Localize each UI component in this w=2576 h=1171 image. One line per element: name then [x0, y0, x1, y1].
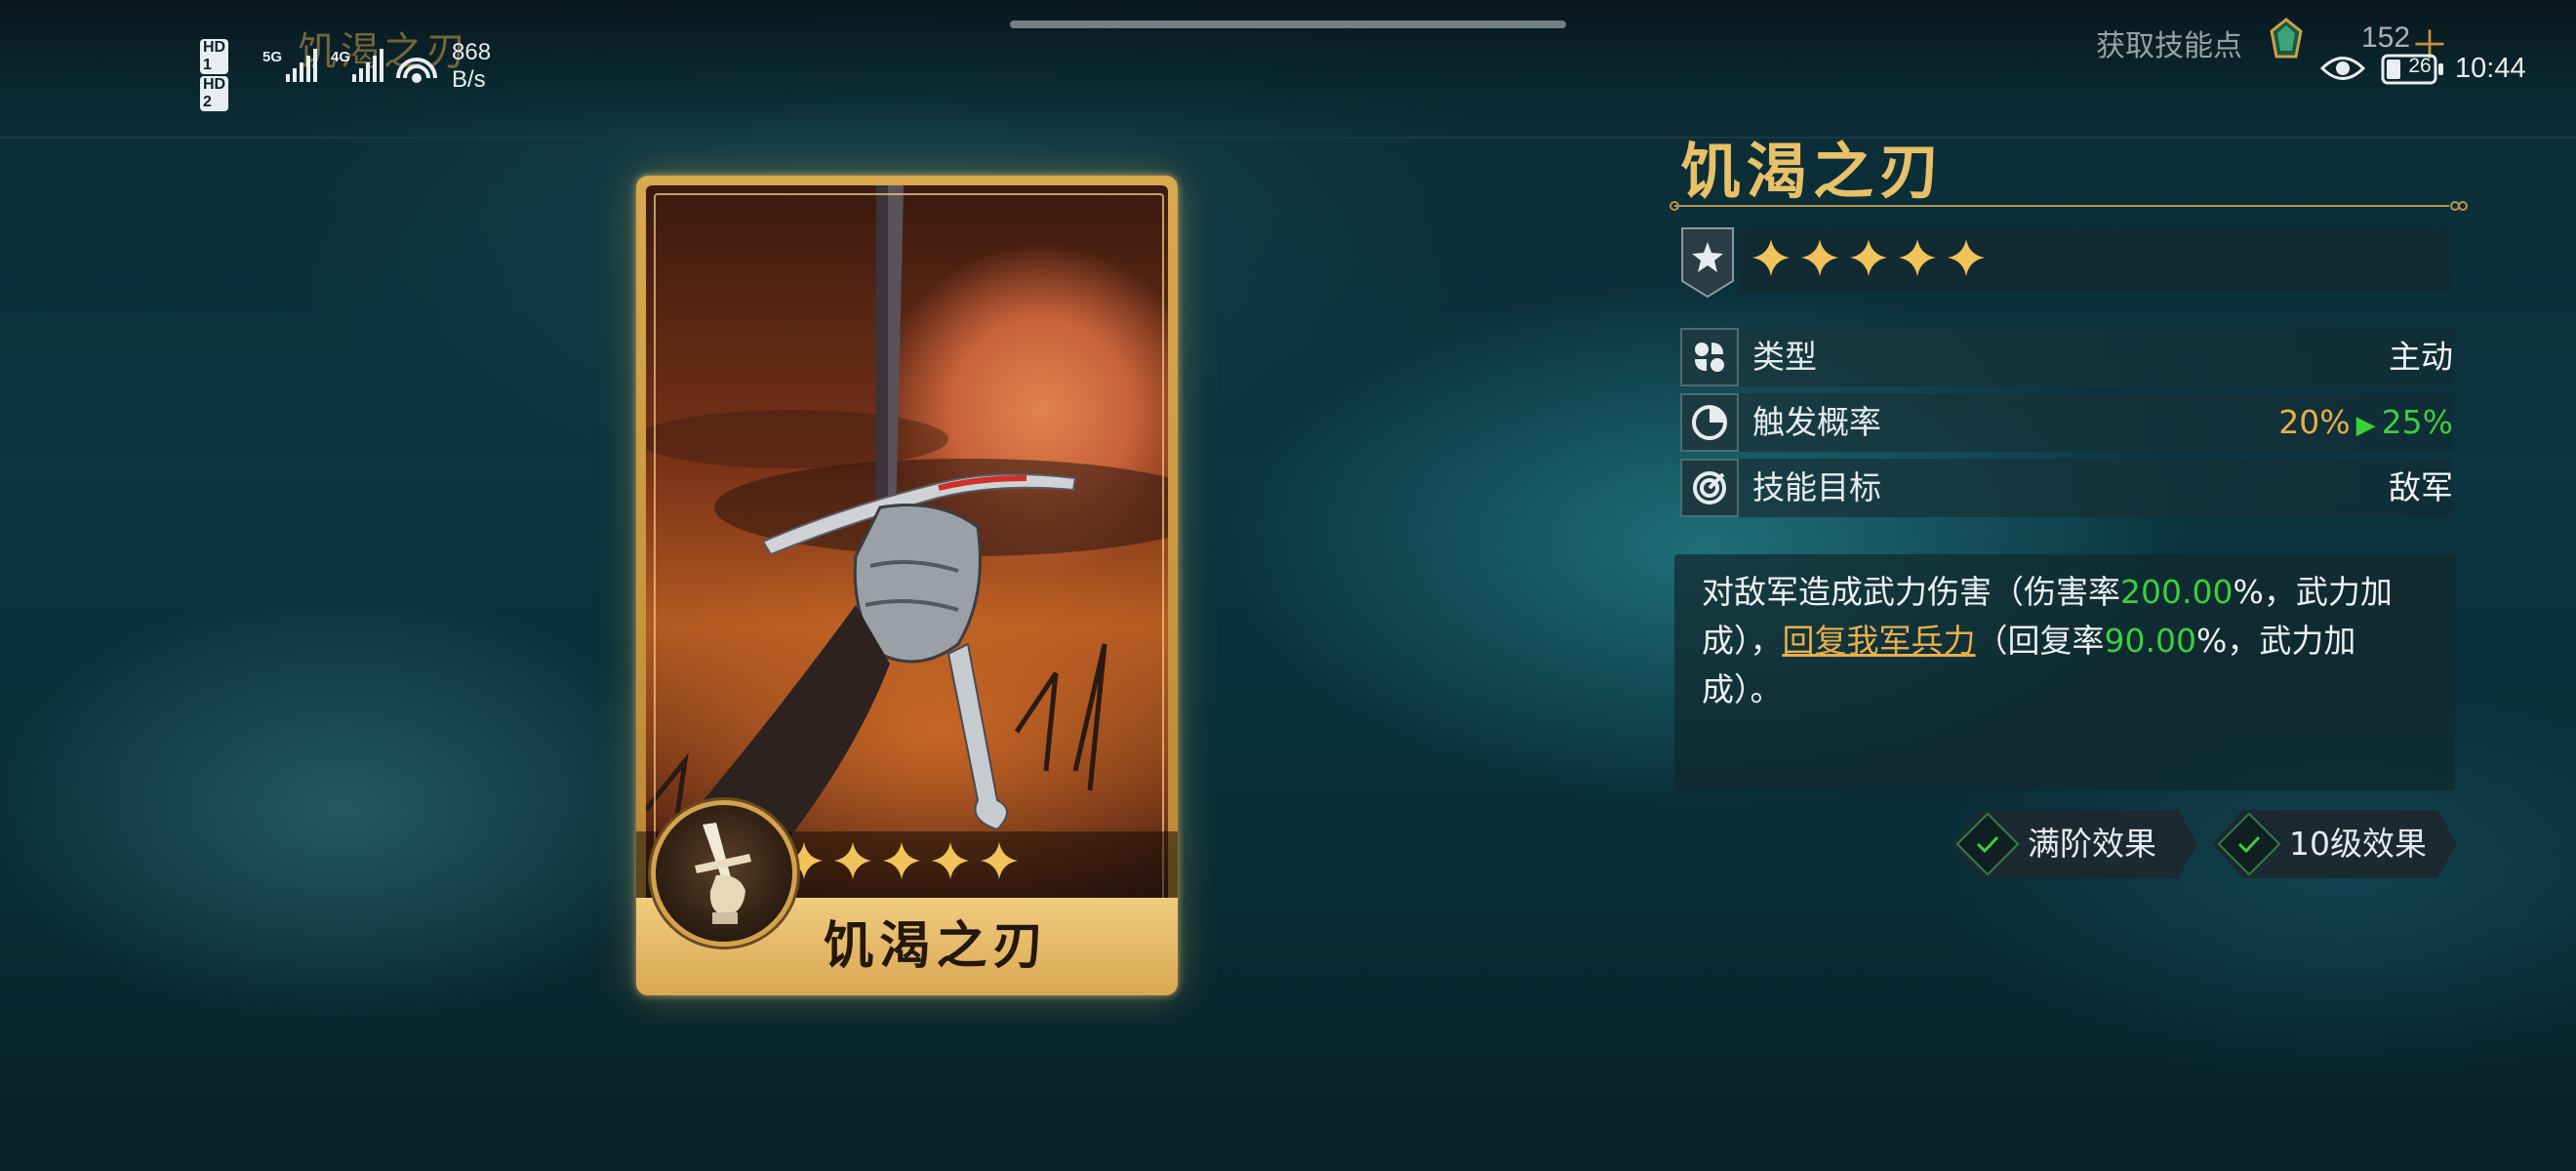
detail-stars-row [1740, 227, 2452, 292]
green-gem-icon [2270, 18, 2303, 59]
star-icon [1948, 239, 1985, 276]
attr-value-type: 主动 [2389, 338, 2453, 376]
star-icon [1801, 239, 1838, 276]
check-icon [2233, 828, 2266, 861]
max-effect-button[interactable]: 满阶效果 [1952, 810, 2197, 878]
star-icon [1899, 239, 1936, 276]
skill-description: 对敌军造成武力伤害（伤害率200.00%，武力加成），回复我军兵力（回复率90.… [1702, 573, 2393, 708]
detail-stars [1751, 238, 1986, 277]
skill-title: 饥渴之刃 [1680, 136, 1947, 207]
attr-label-type: 类型 [1752, 338, 1817, 376]
attr-value-target: 敌军 [2389, 468, 2453, 506]
star-icon [883, 842, 920, 879]
attr-label-target: 技能目标 [1752, 468, 1881, 506]
probability-icon [1680, 393, 1739, 452]
signal1-icon [286, 49, 317, 82]
net2-label: 4G [331, 49, 351, 65]
card-stars [785, 841, 1019, 880]
heal-rate: 90.00 [2104, 622, 2196, 660]
skill-points-label: 获取技能点 [2096, 29, 2242, 63]
star-icon [932, 842, 969, 879]
home-indicator[interactable] [1010, 20, 1566, 28]
hotspot-icon [396, 58, 437, 83]
net-speed: 868 B/s [452, 39, 492, 93]
eye-icon[interactable] [2320, 54, 2365, 83]
max-effect-label: 满阶效果 [2028, 825, 2156, 863]
battery-level: 26 [2408, 55, 2432, 77]
check-icon [1971, 828, 2004, 861]
star-icon [1752, 239, 1790, 276]
target-icon [1680, 459, 1739, 517]
star-icon [981, 842, 1018, 879]
type-icon [1680, 328, 1739, 386]
skill-description-box: 对敌军造成武力伤害（伤害率200.00%，武力加成），回复我军兵力（回复率90.… [1674, 554, 2455, 790]
attr-row-target: 技能目标 敌军 [1680, 459, 2453, 517]
rank-star-badge [1681, 227, 1734, 299]
lv10-effect-button[interactable]: 10级效果 [2213, 810, 2457, 878]
attr-row-probability: 触发概率 20% ▶ 25% [1680, 393, 2453, 452]
attr-value-probability: 20% ▶ 25% [2278, 393, 2453, 455]
increase-arrow-icon: ▶ [2355, 411, 2376, 440]
rate-new: 25% [2381, 403, 2453, 441]
sim1-badge: HD 1 [200, 39, 229, 74]
heal-troops-link[interactable]: 回复我军兵力 [1783, 622, 1976, 660]
sim2-badge: HD 2 [200, 76, 229, 111]
back-title[interactable]: 饥渴之刃 [298, 20, 469, 76]
attr-row-type: 类型 主动 [1680, 328, 2453, 386]
attr-label-probability: 触发概率 [1752, 403, 1881, 441]
skill-card: 饥渴之刃 [636, 176, 1178, 995]
star-icon [834, 842, 871, 879]
title-divider [1670, 201, 2468, 211]
rate-old: 20% [2278, 403, 2351, 441]
signal2-icon [352, 49, 383, 82]
damage-rate: 200.00 [2120, 573, 2234, 611]
star-icon [1850, 239, 1887, 276]
fist-sword-icon [651, 800, 797, 947]
net1-label: 5G [262, 49, 283, 65]
clock: 10:44 [2455, 53, 2526, 84]
skill-points-value: 152 [2361, 21, 2411, 54]
lv10-effect-label: 10级效果 [2289, 825, 2427, 863]
